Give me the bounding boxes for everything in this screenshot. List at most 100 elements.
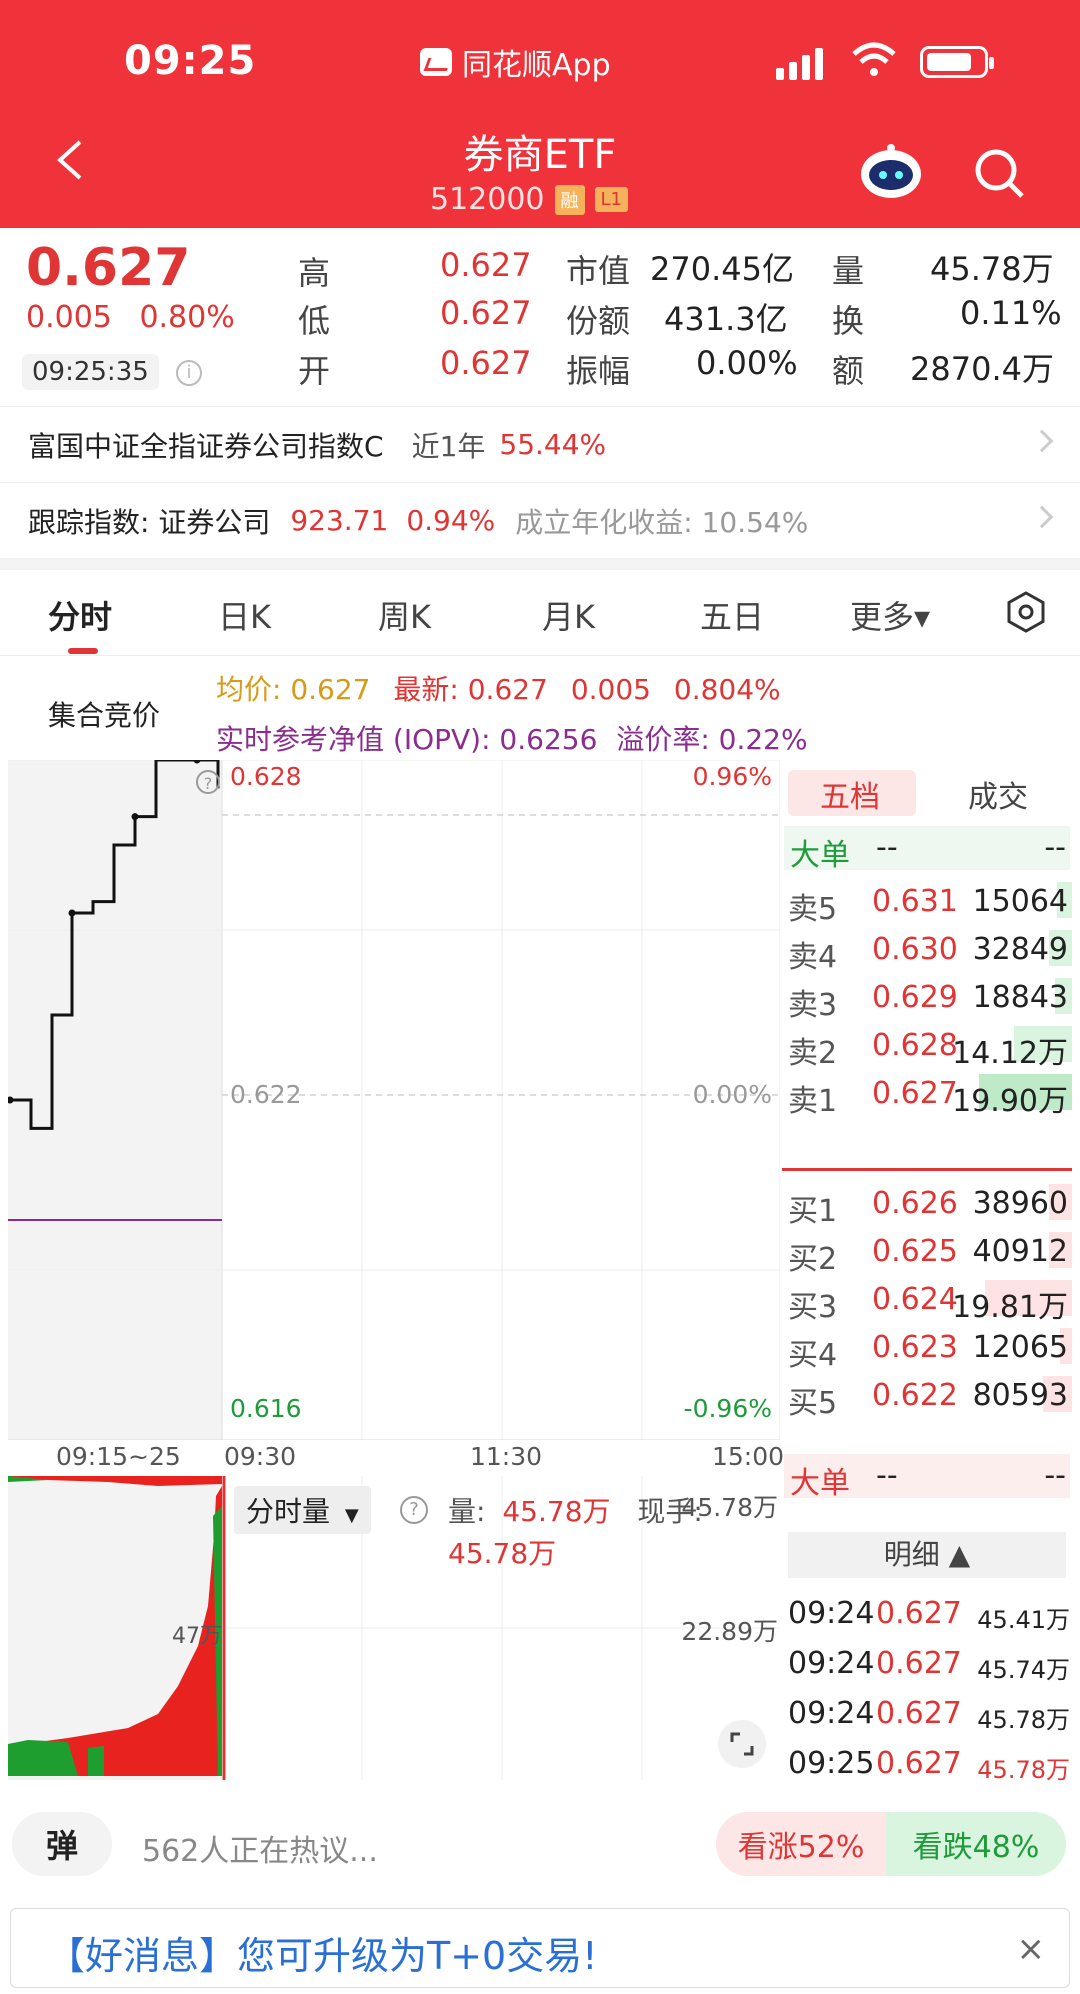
latest-pct: 0.804% [673, 673, 781, 706]
assistant-robot-icon[interactable] [858, 142, 924, 202]
low-label: 低 [298, 302, 331, 340]
tick-volume: 45.78万 [977, 1756, 1070, 1784]
volume-readout: 量: 45.78万 现手: [448, 1490, 703, 1530]
intraday-chart[interactable]: ? 0.628 0.622 0.616 0.96% 0.00% -0.96% [6, 756, 781, 1441]
auction-price-point [131, 813, 139, 821]
ask-level-row[interactable]: 卖2 0.628 14.12万 [780, 1022, 1072, 1071]
amplitude-label: 振幅 [566, 352, 631, 390]
tab-weekly-k[interactable]: 周K [378, 592, 431, 638]
mktcap-label: 市值 [566, 252, 631, 290]
expand-icon[interactable] [718, 1720, 766, 1768]
big-order-row-buy: 大单 -- -- [784, 1454, 1070, 1501]
y-label-top: 0.628 [230, 762, 302, 791]
tab-monthly-k[interactable]: 月K [542, 592, 595, 638]
level-volume: 38960 [972, 1186, 1068, 1221]
y-label-mid: 0.622 [230, 1080, 302, 1109]
search-icon[interactable] [972, 146, 1028, 202]
intraday-chart-svg: ? [6, 756, 781, 1441]
ask-level-row[interactable]: 卖3 0.629 18843 [780, 974, 1072, 1023]
ask-level-row[interactable]: 卖4 0.630 32849 [780, 926, 1072, 975]
tick-volume: 45.74万 [977, 1656, 1070, 1684]
ask-level-row[interactable]: 卖5 0.631 15064 [780, 878, 1072, 927]
level-price: 0.631 [872, 884, 958, 919]
comment-input[interactable]: 562人正在热议... [142, 1826, 378, 1870]
level-label: 卖3 [788, 988, 838, 1023]
dropdown-arrow-icon: ▼ [344, 1505, 359, 1526]
chart-settings-icon[interactable] [1004, 590, 1048, 634]
index-fund-link[interactable]: 富国中证全指证券公司指数C 近1年 55.44% [0, 406, 1080, 482]
tab-trades[interactable]: 成交 [968, 772, 1028, 816]
bid-level-row[interactable]: 买2 0.625 40912 [780, 1228, 1072, 1277]
level-label: 卖4 [788, 940, 838, 975]
volume-type-label: 分时量 [246, 1495, 331, 1528]
index-fund-name: 富国中证全指证券公司指数C [28, 429, 384, 463]
chevron-right-icon [1030, 505, 1054, 529]
tick-volume: 45.78万 [977, 1706, 1070, 1734]
level-label: 买1 [788, 1194, 838, 1229]
auction-volume-green [88, 1746, 104, 1776]
tick-price: 0.627 [876, 1696, 962, 1731]
level-price: 0.622 [872, 1378, 958, 1413]
level-volume: 15064 [972, 884, 1068, 919]
tracking-index-link[interactable]: 跟踪指数: 证券公司 923.71 0.94% 成立年化收益: 10.54% [0, 482, 1080, 558]
open-value: 0.627 [440, 344, 532, 382]
security-code: 512000 [430, 182, 545, 217]
shares-value: 431.3亿 [664, 300, 788, 338]
premium-rate: 溢价率: 0.22% [616, 723, 808, 756]
auction-volume-peak: 47万 [172, 1624, 222, 1649]
price-change: 0.005 0.80% [26, 300, 253, 335]
big-order-label: 大单 [790, 1466, 850, 1501]
volume-axis-mid: 22.89万 [681, 1617, 778, 1646]
index-fund-return: 55.44% [499, 428, 607, 461]
level-volume: 32849 [972, 932, 1068, 967]
level-label: 买4 [788, 1338, 838, 1373]
big-order-placeholder: -- [1044, 1458, 1066, 1493]
y-label-bottom: 0.616 [230, 1394, 302, 1423]
level-label: 买5 [788, 1386, 838, 1421]
ask-level-row[interactable]: 卖1 0.627 19.90万 [780, 1070, 1072, 1119]
avg-price: 均价: 0.627 [216, 673, 371, 706]
price-summary-line: 均价: 0.627 最新: 0.627 0.005 0.804% [216, 668, 781, 708]
bullish-vote-button[interactable]: 看涨52% [716, 1812, 886, 1876]
bid-level-row[interactable]: 买3 0.624 19.81万 [780, 1276, 1072, 1325]
help-icon[interactable]: ? [400, 1496, 428, 1524]
level-label: 卖1 [788, 1084, 838, 1119]
tab-more[interactable]: 更多▾ [850, 592, 930, 638]
bid-level-row[interactable]: 买4 0.623 12065 [780, 1324, 1072, 1373]
level-volume: 18843 [972, 980, 1068, 1015]
bid-level-row[interactable]: 买1 0.626 38960 [780, 1180, 1072, 1229]
tracking-pct: 0.94% [406, 504, 496, 537]
close-icon[interactable]: × [1017, 1929, 1046, 1969]
tick-price: 0.627 [876, 1646, 962, 1681]
pct-label-bottom: -0.96% [683, 1394, 772, 1423]
bid-level-row[interactable]: 买5 0.622 80593 [780, 1372, 1072, 1421]
tab-five-day[interactable]: 五日 [700, 592, 764, 638]
level-volume: 80593 [972, 1378, 1068, 1413]
volume-readout-value: 45.78万 [502, 1495, 611, 1528]
help-icon-glyph: ? [204, 774, 213, 793]
tab-five-levels[interactable]: 五档 [820, 772, 880, 816]
detail-header[interactable]: 明细 ▲ [788, 1532, 1066, 1578]
level-label: 买2 [788, 1242, 838, 1277]
shares-label: 份额 [566, 302, 631, 340]
amplitude-value: 0.00% [696, 344, 798, 382]
tab-daily-k[interactable]: 日K [218, 592, 271, 638]
x-label-midday: 11:30 [470, 1442, 543, 1471]
volume-readout-label: 量: [448, 1495, 486, 1528]
volume-panel[interactable]: 分时量 ▼ ? 量: 45.78万 现手: 45.78万 45.78万 22.8… [8, 1476, 780, 1780]
volume-type-dropdown[interactable]: 分时量 ▼ [234, 1486, 371, 1534]
promo-banner[interactable]: 【好消息】您可升级为T+0交易! × [10, 1908, 1070, 1988]
battery-icon [920, 46, 994, 78]
info-icon[interactable]: i [176, 360, 202, 386]
auction-price-point [68, 909, 76, 917]
tick-row: 09:24 0.627 45.41万 [780, 1588, 1080, 1636]
level-label: 卖5 [788, 892, 838, 927]
danmu-toggle-button[interactable]: 弹 [12, 1812, 112, 1876]
level-volume: 19.81万 [952, 1290, 1068, 1325]
app-header: 09:25 同花顺App 券商ETF 512000 融 L1 [0, 0, 1080, 228]
volume-value: 45.78万 [930, 250, 1054, 288]
bearish-vote-button[interactable]: 看跌48% [886, 1812, 1066, 1876]
level-label: 卖2 [788, 1036, 838, 1071]
tab-intraday[interactable]: 分时 [48, 592, 112, 638]
level-price: 0.628 [872, 1028, 958, 1063]
